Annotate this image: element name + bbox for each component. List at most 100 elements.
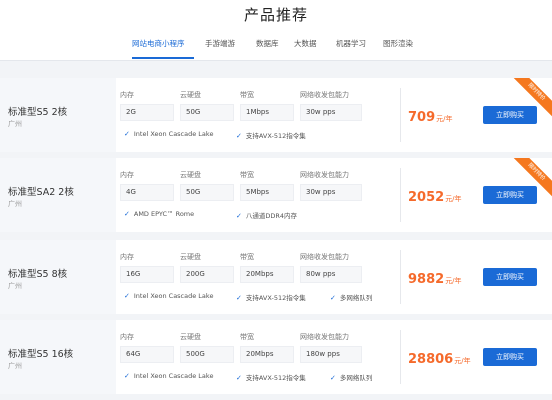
price-amount: 28806: [408, 352, 454, 367]
price-amount: 2052: [408, 190, 445, 205]
bandwidth-label: 带宽: [240, 171, 254, 179]
tab-web-ecommerce[interactable]: 网站电商小程序: [132, 38, 185, 49]
check-icon: ✓: [236, 294, 242, 302]
memory-select[interactable]: 16G: [120, 266, 174, 283]
price-unit: 元/年: [445, 277, 462, 285]
price: 709元/年: [408, 106, 453, 125]
feature-item: ✓ Intel Xeon Cascade Lake: [124, 292, 213, 300]
product-info-panel: 标准型SA2 2核 广州: [0, 158, 116, 232]
memory-label: 内存: [120, 171, 134, 179]
pps-select[interactable]: 30w pps: [300, 184, 362, 201]
feature-item: ✓ 支持AVX-512指令集: [236, 292, 306, 302]
product-row: 标准型S5 16核 广州 内存 64G 云硬盘 500G 带宽 20Mbps 网络收发包能力 18…: [0, 320, 552, 394]
pps-label: 网络收发包能力: [300, 91, 349, 99]
tab-games[interactable]: 手游端游: [205, 38, 235, 49]
product-name: 标准型S5 8核: [8, 269, 68, 280]
product-name: 标准型S5 16核: [8, 349, 74, 360]
check-icon: ✓: [124, 130, 130, 138]
feature-item: ✓ 八通道DDR4内存: [236, 210, 297, 220]
feature-text: 支持AVX-512指令集: [245, 132, 306, 140]
product-row: 标准型S5 2核 广州 内存 2G 云硬盘 50G 带宽 1Mbps 网络收发包能力 30w pp…: [0, 78, 552, 152]
feature-text: 支持AVX-512指令集: [245, 374, 306, 382]
check-icon: ✓: [236, 132, 242, 140]
pps-select[interactable]: 180w pps: [300, 346, 362, 363]
price-amount: 709: [408, 110, 436, 125]
feature-text: Intel Xeon Cascade Lake: [133, 372, 214, 380]
memory-select[interactable]: 2G: [120, 104, 174, 121]
check-icon: ✓: [124, 292, 130, 300]
price: 2052元/年: [408, 186, 462, 205]
check-icon: ✓: [124, 372, 130, 380]
promo-badge: 限时特价: [512, 78, 552, 118]
pps-label: 网络收发包能力: [300, 171, 349, 179]
product-region: 广州: [8, 282, 22, 290]
product-info-panel: 标准型S5 2核 广州: [0, 78, 116, 152]
feature-text: 多网络队列: [339, 294, 373, 302]
product-region: 广州: [8, 362, 22, 370]
promo-ribbon: 限时特价: [512, 78, 552, 118]
price-unit: 元/年: [445, 195, 462, 203]
disk-select[interactable]: 50G: [180, 104, 234, 121]
product-info-panel: 标准型S5 8核 广州: [0, 240, 116, 314]
tab-big-data[interactable]: 大数据: [294, 38, 317, 49]
bandwidth-label: 带宽: [240, 333, 254, 341]
pps-select[interactable]: 80w pps: [300, 266, 362, 283]
tab-machine-learning[interactable]: 机器学习: [336, 38, 366, 49]
price-amount: 9882: [408, 272, 445, 287]
active-tab-indicator: [132, 57, 194, 59]
disk-label: 云硬盘: [180, 253, 201, 261]
bandwidth-select[interactable]: 1Mbps: [240, 104, 294, 121]
feature-text: 八通道DDR4内存: [245, 212, 298, 220]
feature-item: ✓ 支持AVX-512指令集: [236, 130, 306, 140]
header: 产品推荐 网站电商小程序 手游端游 数据库 大数据 机器学习 图形渲染: [0, 0, 552, 60]
product-row: 标准型S5 8核 广州 内存 16G 云硬盘 200G 带宽 20Mbps 网络收发包能力 80w…: [0, 240, 552, 314]
memory-select[interactable]: 64G: [120, 346, 174, 363]
page-title: 产品推荐: [243, 6, 308, 24]
memory-select[interactable]: 4G: [120, 184, 174, 201]
check-icon: ✓: [236, 374, 242, 382]
pps-label: 网络收发包能力: [300, 253, 349, 261]
promo-badge: 限时特价: [512, 158, 552, 198]
feature-text: Intel Xeon Cascade Lake: [133, 292, 214, 300]
disk-select[interactable]: 200G: [180, 266, 234, 283]
price-divider: [400, 168, 401, 222]
price: 9882元/年: [408, 268, 462, 287]
bandwidth-label: 带宽: [240, 253, 254, 261]
disk-select[interactable]: 50G: [180, 184, 234, 201]
feature-item: ✓ 多网络队列: [330, 372, 372, 382]
feature-text: 多网络队列: [339, 374, 373, 382]
disk-label: 云硬盘: [180, 171, 201, 179]
pps-select[interactable]: 30w pps: [300, 104, 362, 121]
check-icon: ✓: [330, 294, 336, 302]
tab-database[interactable]: 数据库: [256, 38, 279, 49]
price-divider: [400, 330, 401, 384]
feature-item: ✓ Intel Xeon Cascade Lake: [124, 130, 213, 138]
price-divider: [400, 88, 401, 142]
memory-label: 内存: [120, 91, 134, 99]
product-row: 标准型SA2 2核 广州 内存 4G 云硬盘 50G 带宽 5Mbps 网络收发包能力 30w p…: [0, 158, 552, 232]
feature-item: ✓ AMD EPYC™ Rome: [124, 210, 194, 218]
bandwidth-select[interactable]: 5Mbps: [240, 184, 294, 201]
price-unit: 元/年: [454, 357, 471, 365]
check-icon: ✓: [236, 212, 242, 220]
bandwidth-select[interactable]: 20Mbps: [240, 346, 294, 363]
disk-label: 云硬盘: [180, 333, 201, 341]
product-region: 广州: [8, 120, 22, 128]
pps-label: 网络收发包能力: [300, 333, 349, 341]
check-icon: ✓: [330, 374, 336, 382]
feature-item: ✓ Intel Xeon Cascade Lake: [124, 372, 213, 380]
disk-label: 云硬盘: [180, 91, 201, 99]
feature-item: ✓ 多网络队列: [330, 292, 372, 302]
price: 28806元/年: [408, 348, 471, 367]
product-info-panel: 标准型S5 16核 广州: [0, 320, 116, 394]
product-region: 广州: [8, 200, 22, 208]
disk-select[interactable]: 500G: [180, 346, 234, 363]
check-icon: ✓: [124, 210, 130, 218]
promo-ribbon: 限时特价: [512, 158, 552, 198]
feature-text: Intel Xeon Cascade Lake: [133, 130, 214, 138]
bandwidth-select[interactable]: 20Mbps: [240, 266, 294, 283]
buy-now-button[interactable]: 立即购买: [483, 268, 537, 286]
tab-graphics-rendering[interactable]: 图形渲染: [383, 38, 413, 49]
buy-now-button[interactable]: 立即购买: [483, 348, 537, 366]
feature-item: ✓ 支持AVX-512指令集: [236, 372, 306, 382]
